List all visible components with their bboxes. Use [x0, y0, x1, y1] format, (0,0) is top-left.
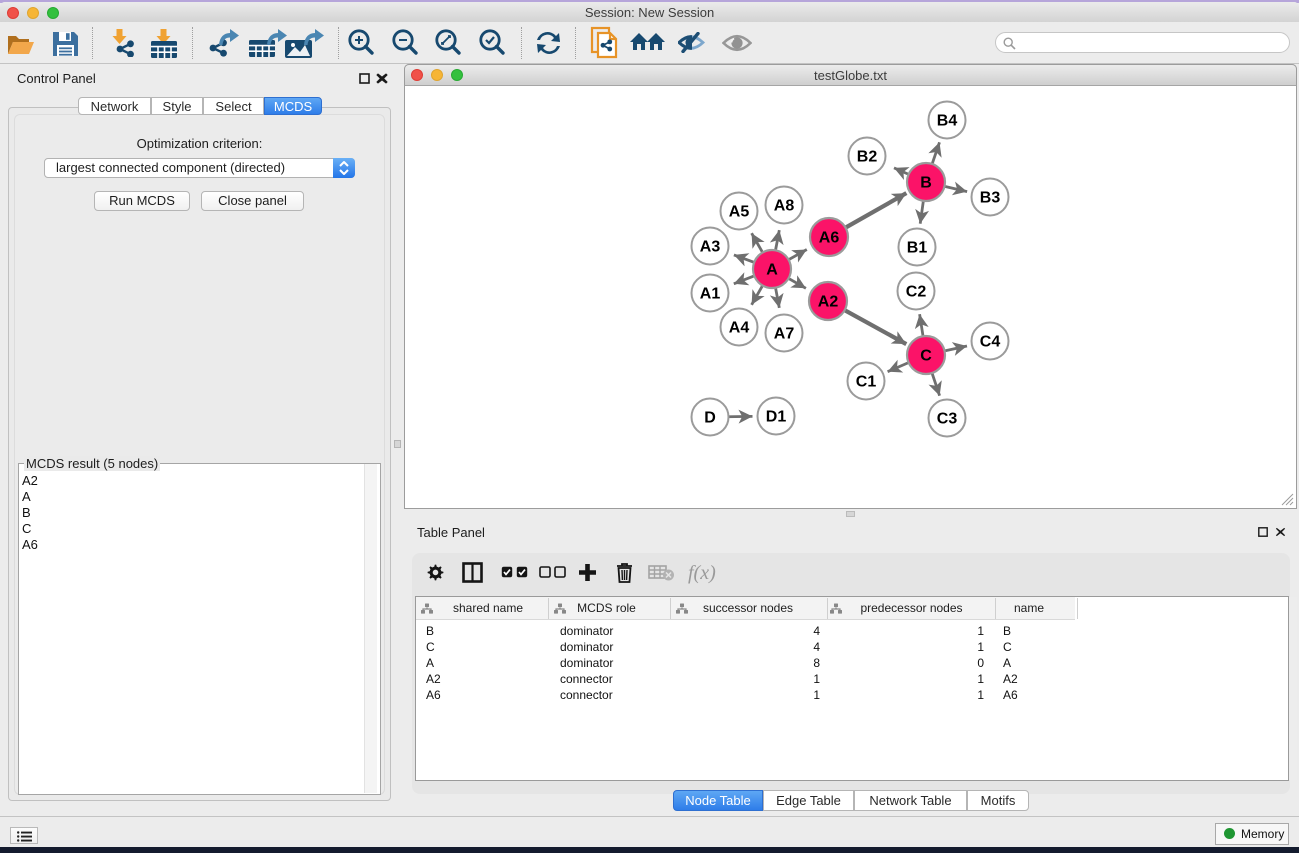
svg-text:A5: A5 — [729, 204, 750, 221]
svg-text:A1: A1 — [700, 286, 721, 303]
svg-text:C4: C4 — [980, 334, 1001, 351]
svg-text:B3: B3 — [980, 190, 1001, 207]
svg-text:A6: A6 — [819, 230, 840, 247]
svg-text:B2: B2 — [857, 149, 878, 166]
svg-text:B1: B1 — [907, 240, 928, 257]
svg-text:B4: B4 — [937, 113, 958, 130]
svg-text:A3: A3 — [700, 239, 721, 256]
svg-text:D1: D1 — [766, 409, 787, 426]
svg-text:A2: A2 — [818, 294, 839, 311]
svg-text:B: B — [920, 175, 932, 192]
svg-text:C2: C2 — [906, 284, 927, 301]
svg-text:C3: C3 — [937, 411, 958, 428]
svg-text:D: D — [704, 410, 716, 427]
svg-text:A8: A8 — [774, 198, 795, 215]
svg-text:C1: C1 — [856, 374, 877, 391]
svg-text:A7: A7 — [774, 326, 795, 343]
svg-text:A4: A4 — [729, 320, 750, 337]
svg-text:C: C — [920, 348, 932, 365]
svg-text:A: A — [766, 262, 778, 279]
